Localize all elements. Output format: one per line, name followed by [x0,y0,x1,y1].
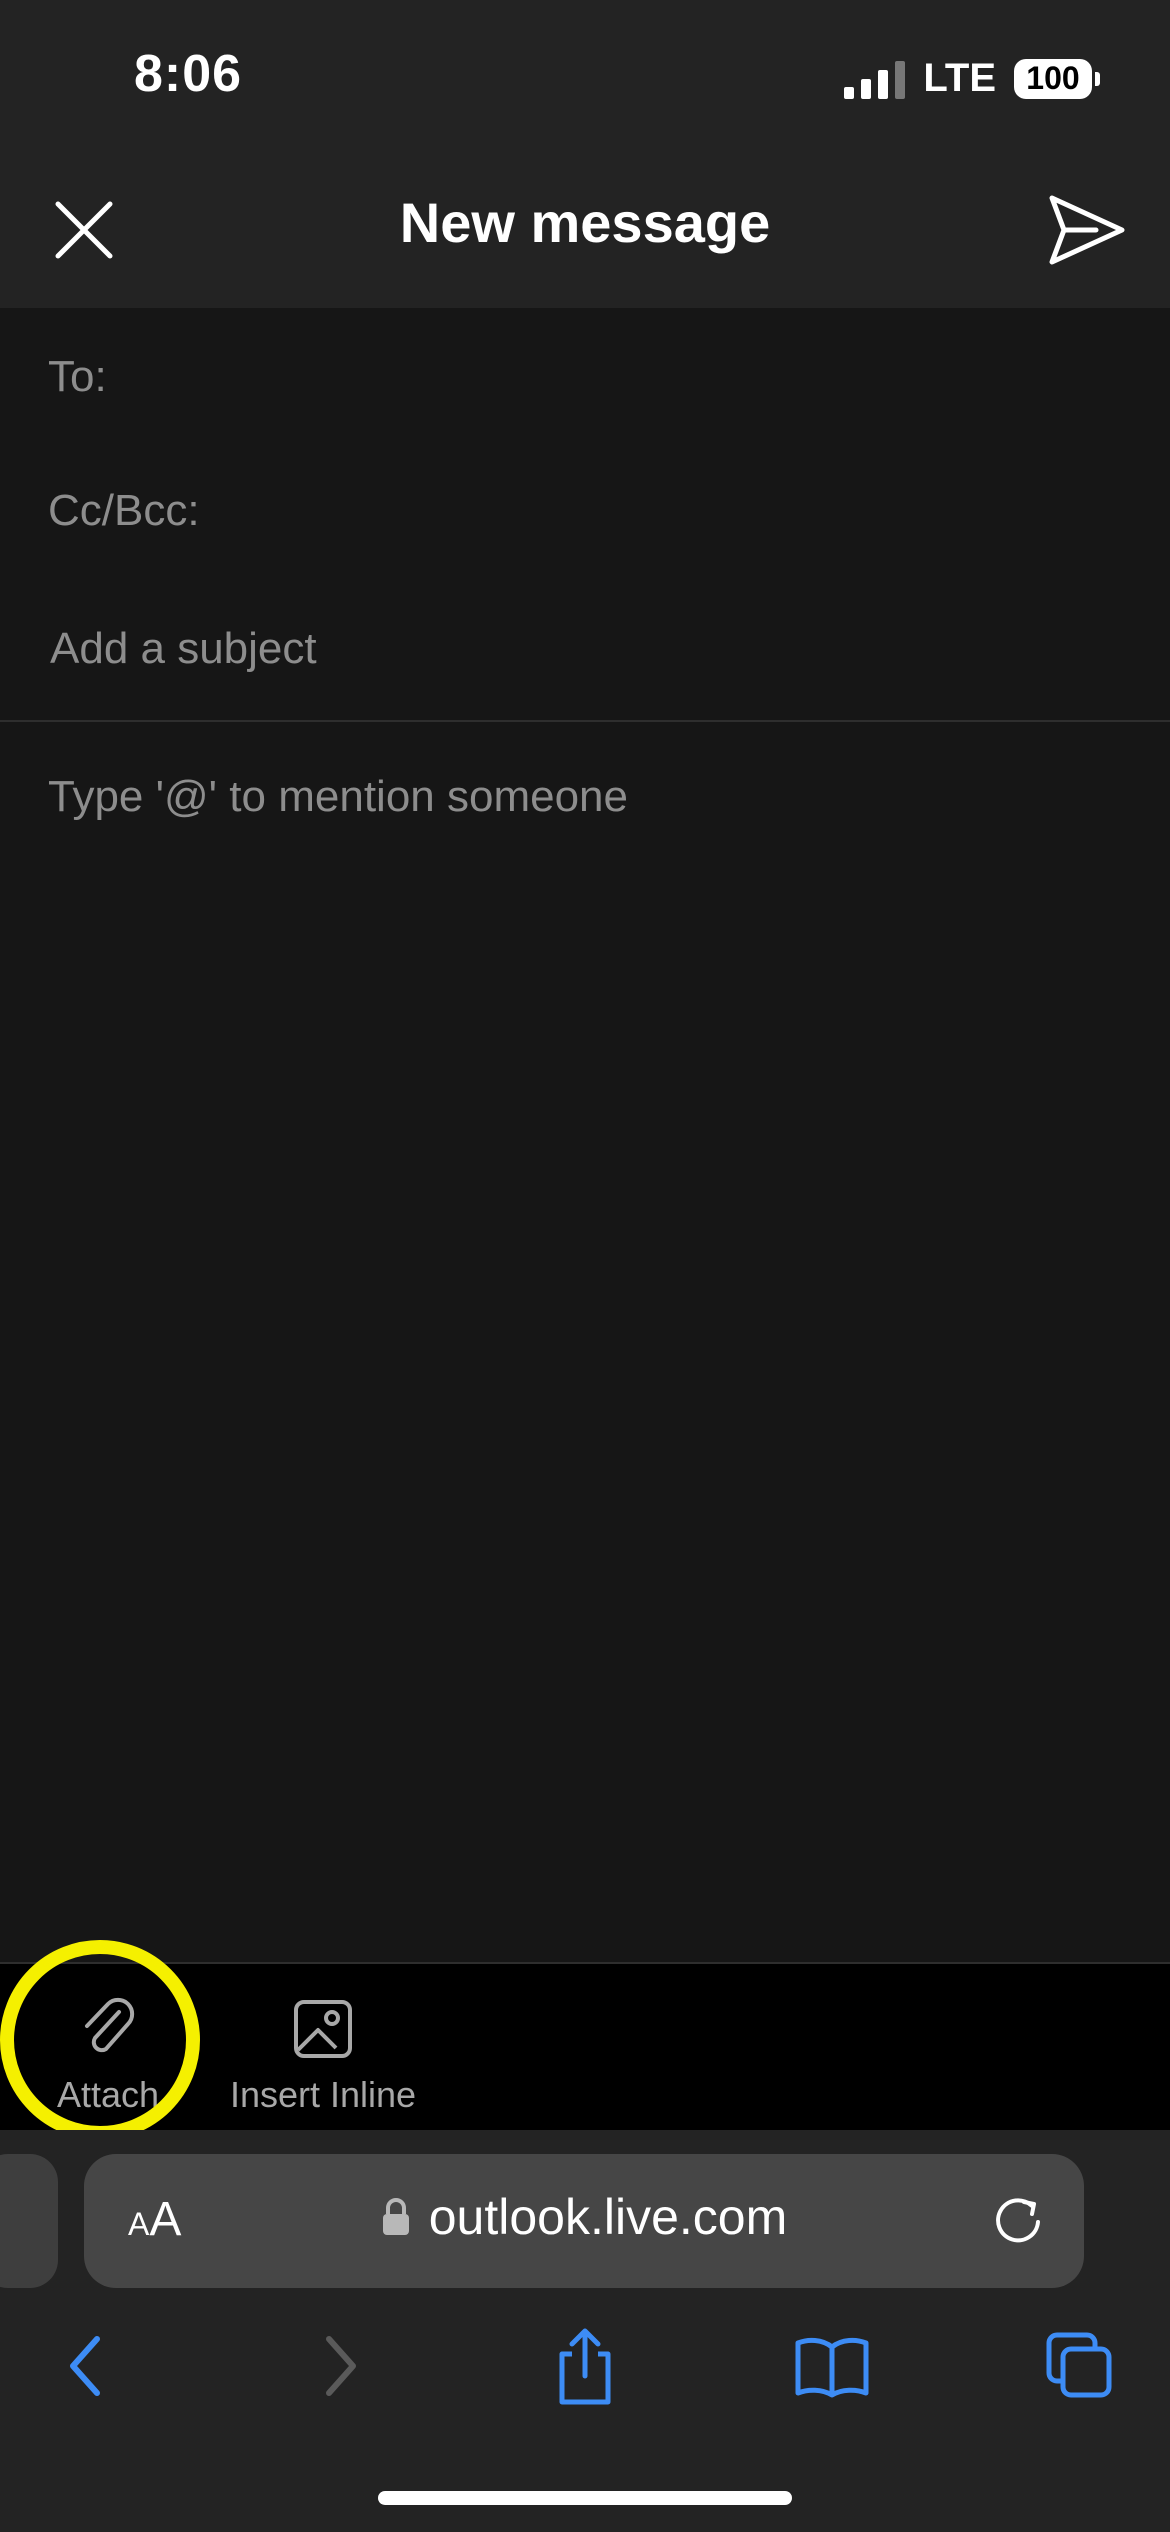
body-placeholder: Type '@' to mention someone [48,772,628,821]
network-type: LTE [923,56,996,100]
message-body[interactable]: Type '@' to mention someone [0,722,1170,1962]
to-input[interactable] [130,344,1134,406]
page-title: New message [399,191,771,254]
status-indicators: LTE 100 [844,56,1100,101]
insert-inline-button[interactable]: Insert Inline [218,1964,428,2132]
compose-header: New message [0,150,1170,308]
battery-icon: 100 [1014,58,1100,99]
status-time: 8:06 [134,45,243,103]
address-bar[interactable]: AA outlook.live.com [84,2154,1084,2288]
browser-nav-row [0,2316,1170,2416]
reload-button[interactable] [986,2188,1050,2252]
status-bar: 8:06 LTE 100 [0,0,1170,150]
cc-bcc-input[interactable] [230,478,1134,540]
forward-button[interactable] [290,2316,390,2416]
lock-icon [382,2198,409,2235]
url-text: outlook.live.com [428,2189,788,2245]
url-display[interactable]: outlook.live.com [84,2188,1084,2246]
back-icon [70,2336,100,2396]
home-indicator [378,2491,792,2505]
reload-icon [996,2198,1040,2243]
highlight-circle [0,1940,200,2140]
signal-strength-icon [844,59,906,99]
subject-input[interactable] [48,618,1132,680]
to-label: To: [48,352,107,401]
bookmarks-icon [795,2337,869,2398]
browser-toolbar: AA outlook.live.com [0,2130,1170,2532]
bookmarks-button[interactable] [782,2316,882,2416]
share-button[interactable] [535,2316,635,2416]
tabs-button[interactable] [1030,2316,1130,2416]
tabs-icon [1046,2332,1112,2398]
back-button[interactable] [36,2316,136,2416]
share-icon [559,2328,611,2405]
image-icon [294,2000,352,2058]
subject-field[interactable] [0,576,1170,722]
to-field[interactable]: To: [0,308,1170,444]
insert-inline-label: Insert Inline [229,2074,417,2115]
cc-bcc-label: Cc/Bcc: [48,486,200,535]
previous-tab-preview[interactable] [0,2154,58,2288]
send-button[interactable] [1042,186,1130,274]
send-icon [1049,195,1125,265]
cc-bcc-field[interactable]: Cc/Bcc: [0,442,1170,578]
forward-icon [326,2336,356,2396]
